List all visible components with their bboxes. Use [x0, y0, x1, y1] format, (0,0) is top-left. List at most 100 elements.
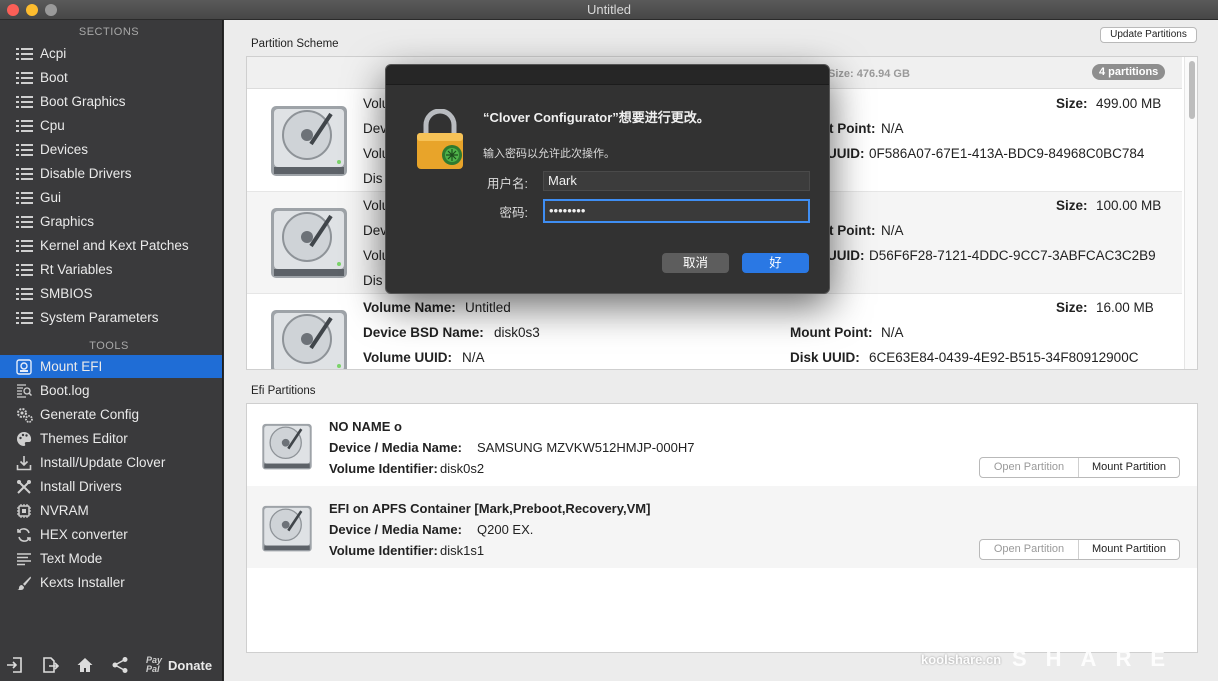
svg-text:SHARE: SHARE — [1012, 646, 1184, 671]
sidebar-item-label: Text Mode — [40, 551, 103, 566]
mount-point-label: t Point: — [829, 121, 876, 136]
tools-icon — [16, 479, 34, 495]
hard-drive-icon — [271, 208, 347, 278]
update-partitions-button[interactable]: Update Partitions — [1100, 27, 1197, 43]
volume-uuid-label: Volume UUID: — [363, 350, 453, 365]
export-icon[interactable] — [40, 656, 60, 676]
efi-name: EFI on APFS Container [Mark,Preboot,Reco… — [329, 501, 651, 516]
username-field[interactable]: Mark — [543, 171, 810, 191]
chip-icon — [16, 503, 34, 519]
sidebar-item-label: Gui — [40, 190, 62, 205]
home-icon[interactable] — [75, 656, 95, 676]
password-field[interactable]: •••••••• — [543, 199, 810, 223]
watermark-site: koolshare.cn — [921, 652, 1002, 667]
sidebar-bottom-bar: Pay Pal Donate — [0, 652, 222, 681]
partition-actions: Open Partition Mount Partition — [979, 457, 1180, 478]
size-value: 100.00 MB — [1096, 198, 1162, 213]
sidebar-item-graphics[interactable]: Graphics — [0, 210, 222, 233]
sidebar-item-label: NVRAM — [40, 503, 89, 518]
device-bsd-label: Dev — [363, 121, 388, 136]
import-icon[interactable] — [5, 656, 25, 676]
disk-uuid-label: UUID: — [827, 248, 865, 263]
sidebar-item-label: Boot Graphics — [40, 94, 126, 109]
sidebar-item-acpi[interactable]: Acpi — [0, 42, 222, 65]
sidebar-item-mount-efi[interactable]: Mount EFI — [0, 355, 222, 378]
efi-name: NO NAME o — [329, 419, 402, 434]
list-icon — [16, 168, 33, 181]
efi-partitions-label: Efi Partitions — [251, 385, 316, 397]
list-icon — [16, 144, 33, 157]
sidebar-item-label: Acpi — [40, 46, 67, 61]
convert-icon — [16, 527, 34, 543]
mount-partition-button[interactable]: Mount Partition — [1079, 458, 1179, 477]
open-partition-button[interactable]: Open Partition — [980, 540, 1079, 559]
ok-button[interactable]: 好 — [742, 253, 809, 273]
sidebar-item-devices[interactable]: Devices — [0, 138, 222, 161]
lock-icon — [417, 109, 463, 169]
size-label: Size: — [1056, 300, 1088, 315]
username-label: 用户名: — [487, 177, 528, 191]
hard-drive-icon — [271, 106, 347, 176]
sidebar: SECTIONS Acpi Boot Boot Graphics Cpu Dev… — [0, 20, 223, 681]
mount-point-label: t Point: — [829, 223, 876, 238]
mount-efi-icon — [16, 359, 34, 375]
disk-size: Size: 476.94 GB — [828, 68, 910, 80]
donate-button[interactable]: Donate — [168, 658, 212, 673]
sections-header: SECTIONS — [78, 26, 140, 38]
sidebar-item-boot[interactable]: Boot — [0, 66, 222, 89]
size-value: 499.00 MB — [1096, 96, 1162, 111]
sidebar-item-kernel-kext-patches[interactable]: Kernel and Kext Patches — [0, 234, 222, 257]
palette-icon — [16, 431, 34, 447]
volume-identifier-value: disk0s2 — [440, 461, 485, 476]
partition-row[interactable]: Volume Name: Untitled Device BSD Name: d… — [247, 294, 1182, 369]
efi-row[interactable]: NO NAME o Device / Media Name: SAMSUNG M… — [247, 404, 1197, 486]
paypal-icon[interactable]: Pay Pal — [146, 656, 162, 674]
sidebar-item-kexts-installer[interactable]: Kexts Installer — [0, 571, 222, 594]
mount-point-value: N/A — [881, 121, 904, 136]
partition-scrollbar[interactable] — [1184, 57, 1197, 369]
mount-point-label: Mount Point: — [790, 325, 873, 340]
open-partition-button[interactable]: Open Partition — [980, 458, 1079, 477]
media-name-label: Device / Media Name: — [329, 440, 462, 455]
sidebar-item-nvram[interactable]: NVRAM — [0, 499, 222, 522]
sidebar-item-label: Rt Variables — [40, 262, 113, 277]
sidebar-item-themes-editor[interactable]: Themes Editor — [0, 427, 222, 450]
cancel-button[interactable]: 取消 — [662, 253, 729, 273]
share-icon[interactable] — [110, 656, 130, 676]
dialog-message: 输入密码以允许此次操作。 — [483, 148, 615, 160]
sidebar-item-rt-variables[interactable]: Rt Variables — [0, 258, 222, 281]
sidebar-item-smbios[interactable]: SMBIOS — [0, 282, 222, 305]
mount-partition-button[interactable]: Mount Partition — [1079, 540, 1179, 559]
hard-drive-icon — [271, 310, 347, 369]
sidebar-item-hex-converter[interactable]: HEX converter — [0, 523, 222, 546]
volume-identifier-value: disk1s1 — [440, 543, 485, 558]
sidebar-item-label: Devices — [40, 142, 89, 157]
sidebar-item-install-update-clover[interactable]: Install/Update Clover — [0, 451, 222, 474]
volume-name-value: Untitled — [465, 300, 511, 315]
sidebar-item-label: System Parameters — [40, 310, 159, 325]
list-icon — [16, 288, 33, 301]
efi-row[interactable]: EFI on APFS Container [Mark,Preboot,Reco… — [247, 486, 1197, 568]
sidebar-item-label: Themes Editor — [40, 431, 128, 446]
sidebar-item-label: Install Drivers — [40, 479, 122, 494]
sidebar-item-generate-config[interactable]: Generate Config — [0, 403, 222, 426]
sidebar-item-boot-log[interactable]: Boot.log — [0, 379, 222, 402]
sidebar-item-gui[interactable]: Gui — [0, 186, 222, 209]
sidebar-item-system-parameters[interactable]: System Parameters — [0, 306, 222, 329]
sidebar-item-install-drivers[interactable]: Install Drivers — [0, 475, 222, 498]
sidebar-item-boot-graphics[interactable]: Boot Graphics — [0, 90, 222, 113]
brush-icon — [16, 575, 34, 591]
list-icon — [16, 192, 33, 205]
scroll-thumb[interactable] — [1189, 61, 1195, 119]
partition-actions: Open Partition Mount Partition — [979, 539, 1180, 560]
list-icon — [16, 216, 33, 229]
sidebar-item-cpu[interactable]: Cpu — [0, 114, 222, 137]
list-icon — [16, 96, 33, 109]
sidebar-item-text-mode[interactable]: Text Mode — [0, 547, 222, 570]
sidebar-item-disable-drivers[interactable]: Disable Drivers — [0, 162, 222, 185]
sidebar-item-label: SMBIOS — [40, 286, 93, 301]
auth-dialog: “Clover Configurator”想要进行更改。 输入密码以允许此次操作… — [385, 64, 830, 294]
size-label: Size: — [1056, 198, 1088, 213]
sidebar-item-label: Mount EFI — [40, 359, 103, 374]
download-icon — [16, 455, 34, 471]
